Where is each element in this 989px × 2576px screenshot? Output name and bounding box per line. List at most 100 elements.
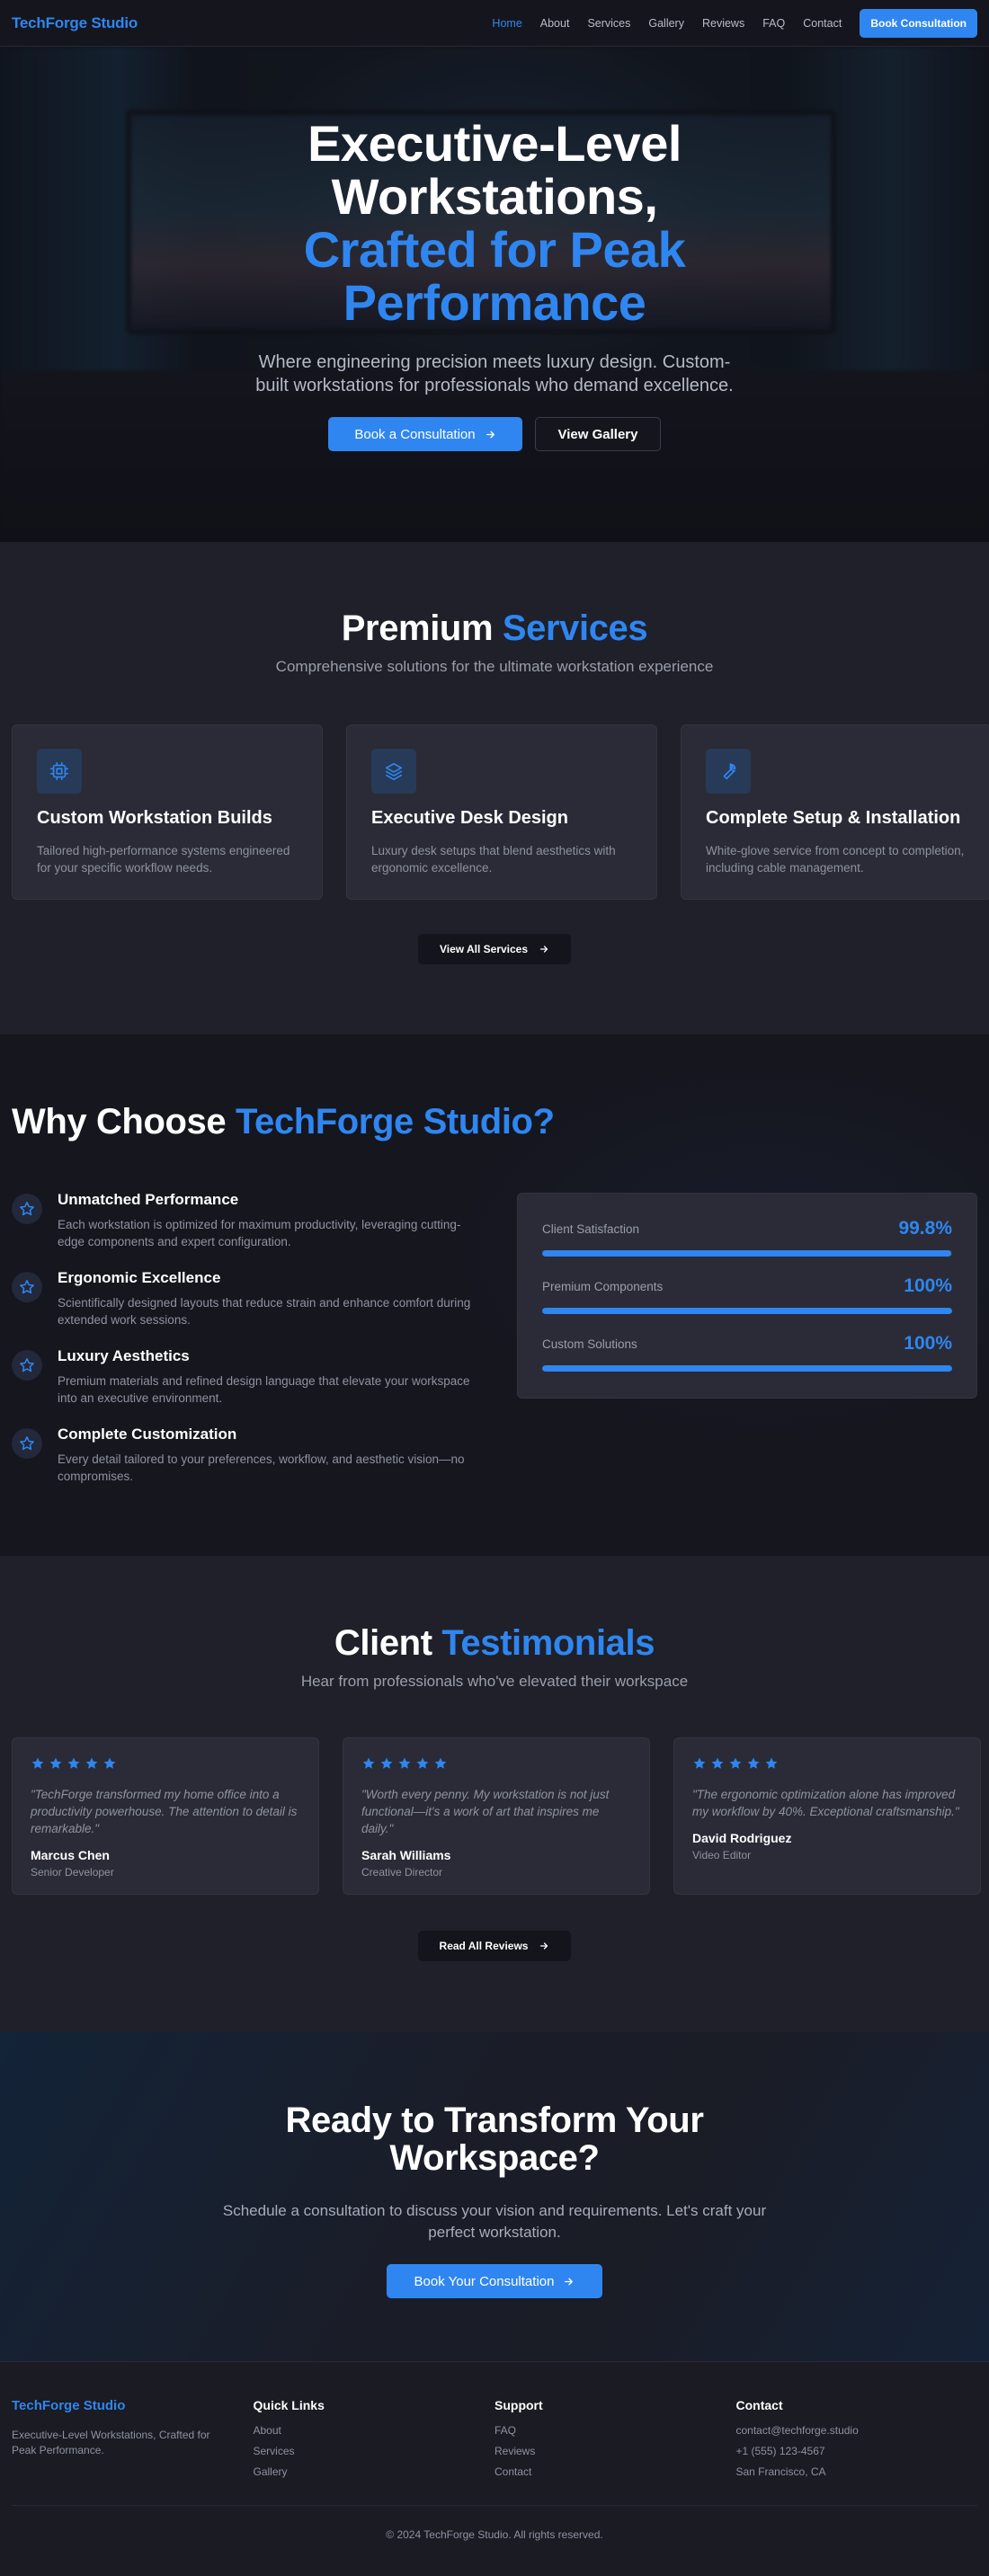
star-icon (12, 1272, 42, 1302)
feature-list: Unmatched Performance Each workstation is… (12, 1191, 479, 1504)
cpu-icon (37, 749, 82, 794)
stat-progress-bar (542, 1308, 952, 1314)
services-title-text: Premium (341, 608, 494, 648)
stat-label: Custom Solutions (542, 1337, 637, 1351)
stat-value: 100% (904, 1333, 952, 1354)
testimonials-section: Client Testimonials Hear from profession… (0, 1556, 989, 2032)
footer-link-services[interactable]: Services (254, 2445, 295, 2457)
testimonial-name: Marcus Chen (31, 1848, 110, 1862)
footer-contact: Contact contact@techforge.studio +1 (555… (736, 2398, 978, 2486)
footer-link-contact[interactable]: Contact (494, 2465, 531, 2478)
why-title: Why Choose TechForge Studio? (12, 1103, 555, 1141)
hero-content: Executive-Level Workstations, Crafted fo… (0, 117, 989, 451)
stat-value: 100% (904, 1275, 952, 1296)
service-card[interactable]: Custom Workstation Builds Tailored high-… (12, 724, 323, 900)
stat-value: 99.8% (898, 1218, 952, 1239)
view-gallery-button[interactable]: View Gallery (535, 417, 661, 451)
testimonial-card: "Worth every penny. My workstation is no… (343, 1737, 650, 1895)
footer-columns: TechForge Studio Executive-Level Worksta… (12, 2398, 977, 2486)
service-title: Custom Workstation Builds (37, 808, 272, 828)
button-label: Book a Consultation (354, 426, 476, 442)
footer-location: San Francisco, CA (735, 2465, 826, 2478)
service-title: Executive Desk Design (371, 808, 568, 828)
nav-link-about[interactable]: About (540, 17, 570, 30)
footer-support: Support FAQ Reviews Contact (494, 2398, 736, 2486)
stat-progress-bar (542, 1250, 952, 1257)
nav-links: Home About Services Gallery Reviews FAQ … (492, 8, 977, 38)
copyright-text: © 2024 TechForge Studio. All rights rese… (386, 2528, 603, 2541)
cta-title-line: Workspace? (389, 2138, 600, 2178)
button-label: View All Services (439, 943, 529, 955)
cta-section: Ready to Transform Your Workspace? Sched… (0, 2032, 989, 2361)
nav-link-gallery[interactable]: Gallery (648, 17, 684, 30)
star-icon (361, 1756, 376, 1775)
book-consultation-button[interactable]: Book Consultation (860, 8, 977, 38)
testimonial-cards: "TechForge transformed my home office in… (12, 1737, 981, 1895)
star-icon (710, 1756, 725, 1775)
footer-link-reviews[interactable]: Reviews (494, 2445, 535, 2457)
read-all-reviews-button[interactable]: Read All Reviews (418, 1931, 571, 1961)
arrow-right-icon (486, 431, 494, 438)
services-cards: Custom Workstation Builds Tailored high-… (12, 724, 989, 900)
testimonials-title-text: Client (334, 1623, 432, 1663)
footer-link-faq[interactable]: FAQ (494, 2424, 516, 2437)
button-label: Book Your Consultation (414, 2273, 555, 2289)
star-icon (746, 1756, 761, 1775)
footer-bottom: © 2024 TechForge Studio. All rights rese… (12, 2505, 977, 2541)
hero-section: Executive-Level Workstations, Crafted fo… (0, 47, 989, 542)
testimonial-quote: "TechForge transformed my home office in… (31, 1788, 298, 1835)
services-section: Premium Services Comprehensive solutions… (0, 542, 989, 1035)
logo-link[interactable]: TechForge Studio (12, 14, 138, 32)
footer-phone-link[interactable]: +1 (555) 123-4567 (736, 2445, 825, 2457)
nav-link-faq[interactable]: FAQ (762, 17, 785, 30)
star-icon (397, 1756, 412, 1775)
star-icon (67, 1756, 81, 1775)
stat-progress-fill (542, 1250, 952, 1257)
footer-link-about[interactable]: About (254, 2424, 281, 2437)
feature-title: Complete Customization (58, 1426, 237, 1443)
testimonials-subtitle: Hear from professionals who've elevated … (300, 1673, 689, 1690)
star-icon (12, 1350, 42, 1381)
hero-title-accent: Performance (343, 274, 646, 331)
arrow-right-icon (539, 946, 548, 953)
star-icon (102, 1756, 117, 1775)
nav-link-services[interactable]: Services (587, 17, 630, 30)
star-icon (415, 1756, 430, 1775)
book-a-consultation-button[interactable]: Book a Consultation (328, 417, 522, 451)
stat-label: Client Satisfaction (542, 1221, 640, 1236)
layers-icon (371, 749, 416, 794)
services-subtitle: Comprehensive solutions for the ultimate… (275, 658, 714, 675)
hero-buttons: Book a Consultation View Gallery (0, 417, 989, 451)
testimonial-role: Senior Developer (31, 1866, 114, 1879)
view-all-services-button[interactable]: View All Services (418, 934, 571, 964)
feature-description: Each workstation is optimized for maximu… (58, 1218, 461, 1248)
footer-email-link[interactable]: contact@techforge.studio (736, 2424, 859, 2437)
arrow-right-icon (540, 1942, 548, 1950)
service-description: White-glove service from concept to comp… (706, 844, 965, 875)
footer-link-gallery[interactable]: Gallery (254, 2465, 288, 2478)
hero-title: Executive-Level Workstations, Crafted fo… (0, 117, 989, 329)
stat-label: Premium Components (542, 1279, 664, 1293)
nav-link-reviews[interactable]: Reviews (702, 17, 744, 30)
service-card[interactable]: Executive Desk Design Luxury desk setups… (346, 724, 657, 900)
star-icon (433, 1756, 448, 1775)
service-description: Tailored high-performance systems engine… (37, 844, 290, 875)
footer-brand-column: TechForge Studio Executive-Level Worksta… (12, 2398, 254, 2486)
nav-link-home[interactable]: Home (492, 17, 521, 30)
star-icon (49, 1756, 63, 1775)
book-your-consultation-button[interactable]: Book Your Consultation (387, 2264, 602, 2298)
services-title: Premium Services (0, 608, 989, 649)
service-title: Complete Setup & Installation (706, 808, 961, 828)
service-card[interactable]: Complete Setup & Installation White-glov… (681, 724, 989, 900)
testimonials-title: Client Testimonials (0, 1623, 989, 1664)
stat-item: Custom Solutions 100% (542, 1333, 952, 1390)
testimonials-title-accent: Testimonials (441, 1623, 655, 1663)
feature-description: Premium materials and refined design lan… (58, 1374, 470, 1405)
nav-link-contact[interactable]: Contact (803, 17, 842, 30)
feature-title: Unmatched Performance (58, 1191, 239, 1208)
why-title-text: Why Choose (12, 1102, 227, 1141)
star-icon (31, 1756, 45, 1775)
feature-title: Ergonomic Excellence (58, 1269, 221, 1286)
footer-logo[interactable]: TechForge Studio (12, 2398, 254, 2413)
star-icon (12, 1428, 42, 1459)
